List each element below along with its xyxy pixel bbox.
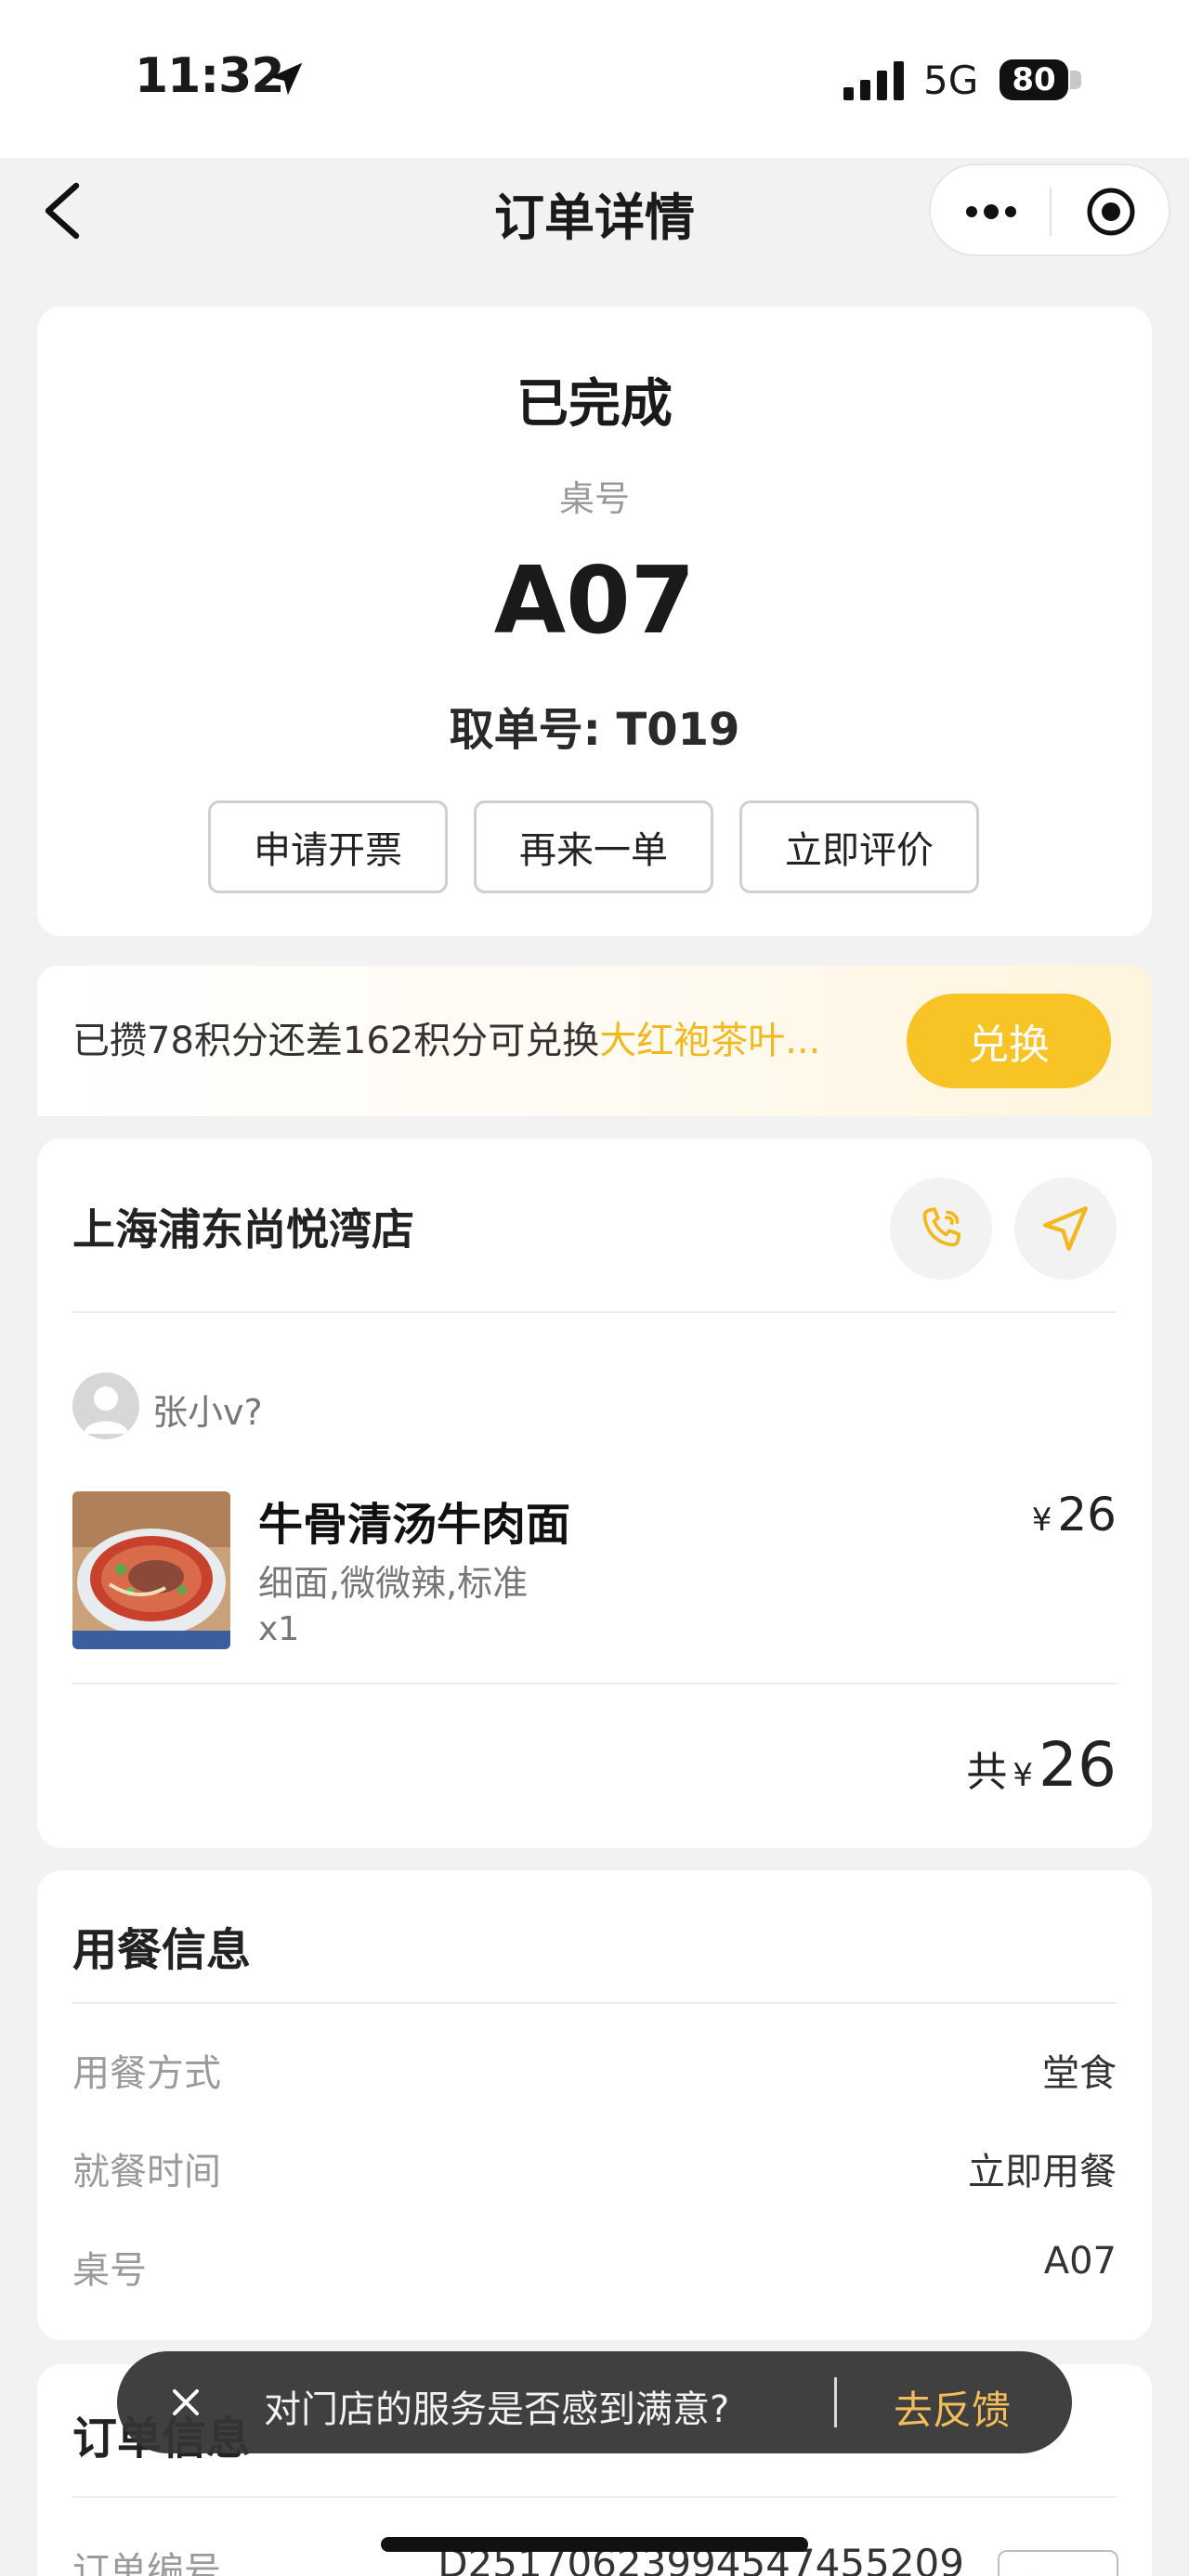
table-number: A07: [493, 546, 696, 655]
dish-name: 牛骨清汤牛肉面: [258, 1499, 571, 1551]
info-key: 桌号: [72, 2249, 147, 2292]
toast-divider: [834, 2377, 837, 2427]
info-value: 堂食: [1042, 2052, 1117, 2095]
currency-symbol: ¥: [1031, 1502, 1052, 1539]
location-arrow-icon: [269, 62, 303, 96]
feedback-toast: 对门店的服务是否感到满意? 去反馈: [117, 2351, 1072, 2453]
meal-info-card: 用餐信息 用餐方式 堂食 就餐时间 立即用餐 桌号 A07: [37, 1870, 1152, 2340]
dish-spec: 细面,微微辣,标准: [258, 1563, 529, 1604]
info-key: 就餐时间: [72, 2151, 221, 2193]
user-name: 张小v?: [152, 1392, 263, 1433]
store-divider: [72, 1311, 1117, 1313]
meal-info-title: 用餐信息: [72, 1924, 252, 1976]
points-reward[interactable]: 大红袍茶叶...: [599, 1020, 820, 1062]
info-key: 用餐方式: [72, 2052, 221, 2095]
points-banner: 已攒78积分还差162积分可兑换大红袍茶叶... 兑换: [37, 966, 1152, 1116]
call-store-button[interactable]: [890, 1177, 992, 1280]
pickup-number: 取单号: T019: [449, 704, 740, 756]
capsule-divider: [1050, 188, 1052, 236]
info-value: A07: [1043, 2240, 1117, 2283]
mini-program-capsule: [929, 163, 1170, 256]
order-total: 共 ¥26: [966, 1729, 1117, 1801]
order-status: 已完成: [516, 374, 673, 435]
order-info-divider: [72, 2496, 1117, 2498]
review-button[interactable]: 立即评价: [739, 800, 979, 893]
feedback-link[interactable]: 去反馈: [894, 2379, 1011, 2436]
exchange-button[interactable]: 兑换: [907, 994, 1111, 1088]
table-label: 桌号: [558, 478, 630, 519]
total-amount: 26: [1039, 1729, 1117, 1801]
points-progress: 已攒78积分还差162积分可兑换: [72, 1020, 600, 1062]
signal-icon: [843, 61, 904, 100]
info-row-table: 桌号 A07: [72, 2240, 1117, 2294]
points-text: 已攒78积分还差162积分可兑换大红袍茶叶...: [72, 1010, 820, 1064]
store-card: 上海浦东尚悦湾店 张小v? 牛骨清汤牛肉面 细面,微微辣,标准 x1 ¥ 26 …: [37, 1138, 1152, 1848]
dish-price-value: 26: [1057, 1488, 1117, 1542]
copy-button[interactable]: 复制: [998, 2550, 1118, 2576]
info-row-dining-time: 就餐时间 立即用餐: [72, 2141, 1117, 2195]
meal-info-divider: [72, 2002, 1117, 2004]
total-divider: [72, 1683, 1117, 1685]
status-bar: 11:32 5G 80 订单详情: [0, 0, 1189, 256]
dish-price: ¥26: [1032, 1488, 1117, 1542]
total-currency: ¥: [1013, 1757, 1034, 1794]
invoice-button[interactable]: 申请开票: [208, 800, 448, 893]
more-dots-icon[interactable]: [964, 197, 1018, 227]
dish-quantity: x1: [258, 1610, 300, 1648]
battery-icon: 80: [1000, 59, 1068, 100]
toast-message: 对门店的服务是否感到满意?: [264, 2388, 730, 2431]
info-value: 立即用餐: [968, 2151, 1117, 2193]
target-icon[interactable]: [1085, 186, 1137, 238]
status-time: 11:32: [135, 48, 285, 104]
beef-noodle-image: [72, 1491, 230, 1649]
avatar: [72, 1373, 139, 1439]
total-label: 共: [966, 1749, 1008, 1796]
order-status-card: 已完成 桌号 A07 取单号: T019 申请开票 再来一单 立即评价: [37, 306, 1152, 936]
info-key: 订单编号: [72, 2550, 221, 2576]
store-name: 上海浦东尚悦湾店: [72, 1204, 414, 1255]
home-indicator[interactable]: [381, 2537, 808, 2552]
battery-cap: [1070, 71, 1081, 89]
reorder-button[interactable]: 再来一单: [474, 800, 713, 893]
user-avatar-icon: [84, 1386, 128, 1434]
action-buttons: 申请开票 再来一单 立即评价: [208, 800, 979, 893]
phone-icon: [922, 1207, 961, 1247]
navigate-store-button[interactable]: [1014, 1177, 1117, 1280]
navigation-arrow-icon: [1043, 1206, 1088, 1251]
dish-image: [72, 1491, 230, 1649]
info-row-dining-mode: 用餐方式 堂食: [72, 2043, 1117, 2097]
close-icon[interactable]: [165, 2382, 206, 2423]
network-type: 5G: [923, 58, 979, 103]
